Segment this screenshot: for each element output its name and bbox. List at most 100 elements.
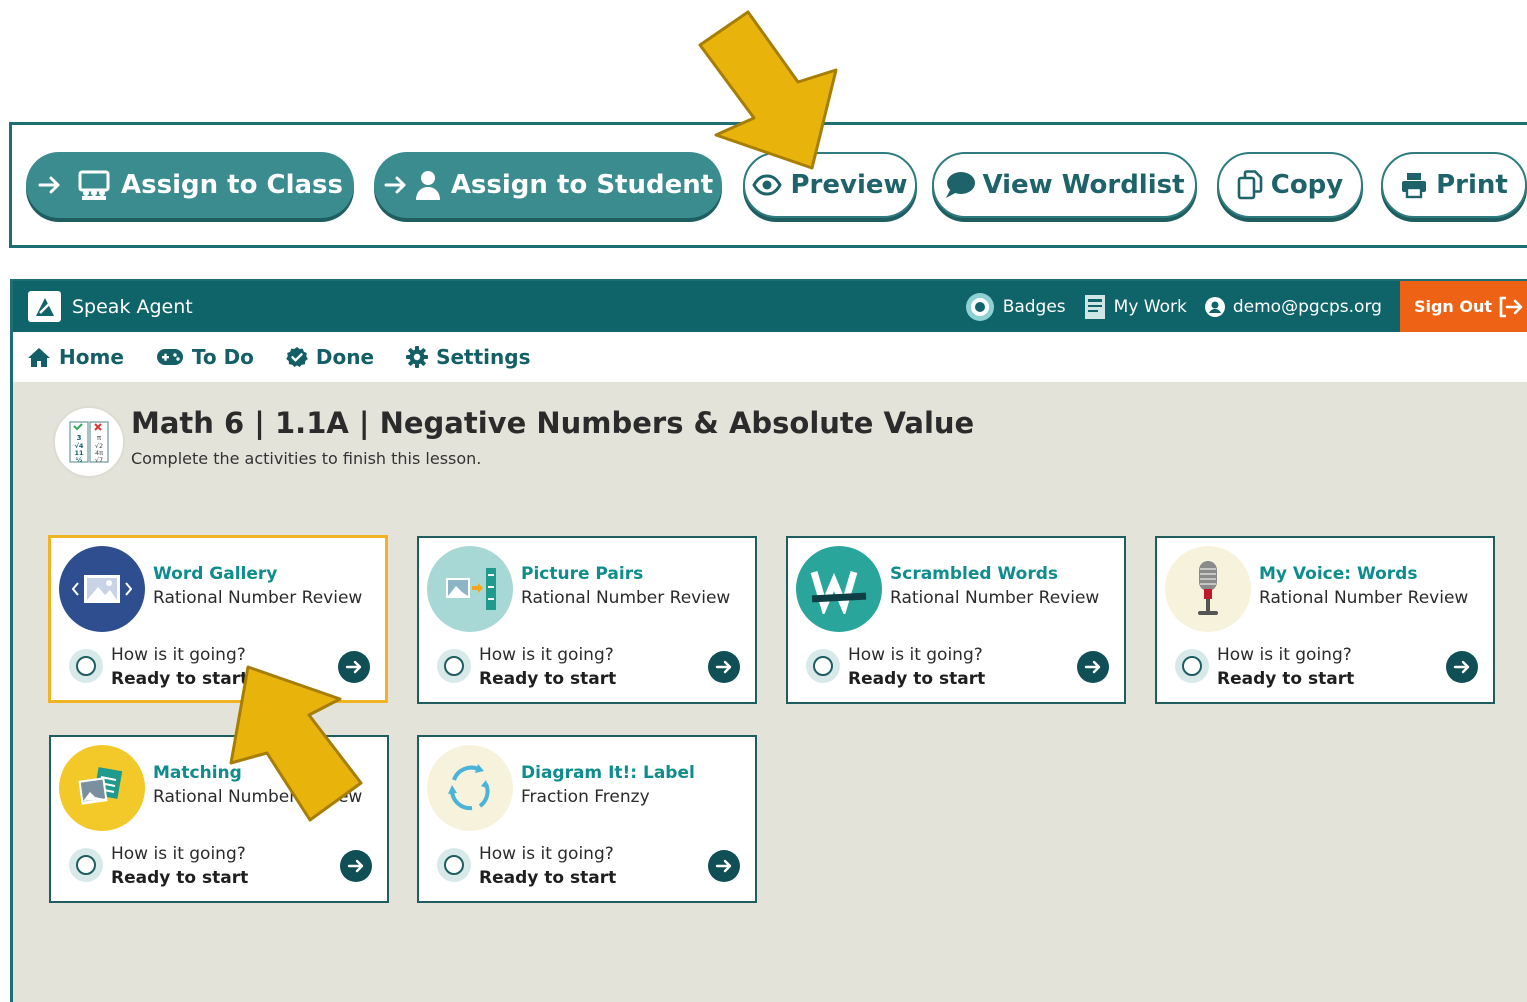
nav-done-label: Done xyxy=(315,345,375,369)
activity-question: How is it going? xyxy=(111,844,246,864)
activity-status: Ready to start xyxy=(111,868,249,888)
progress-ring-icon xyxy=(68,847,104,883)
word-gallery-icon xyxy=(59,546,145,632)
activity-subtitle: Rational Number Review xyxy=(1259,588,1469,608)
copy-icon xyxy=(1237,170,1263,200)
lesson-math-icon: 3 π √4 √2 11 4π ½ √7 xyxy=(53,406,125,478)
activity-status: Ready to start xyxy=(848,669,986,689)
assign-to-student-label: Assign to Student xyxy=(450,170,714,200)
header-actions: Badges My Work demo@pgcps.org Sign Out xyxy=(965,281,1527,332)
screen: Assign to Class Assign to Student Previe… xyxy=(0,0,1527,1002)
nav-home-label: Home xyxy=(59,345,124,369)
start-activity-button[interactable] xyxy=(1446,651,1478,683)
activity-title: Scrambled Words xyxy=(890,564,1058,584)
matching-icon xyxy=(59,745,145,831)
view-wordlist-button[interactable]: View Wordlist xyxy=(932,152,1197,218)
activity-title: Matching xyxy=(153,763,242,783)
activity-question: How is it going? xyxy=(848,645,983,665)
arrow-right-icon xyxy=(347,859,364,873)
scrambled-words-icon xyxy=(796,546,882,632)
student-icon xyxy=(415,171,440,200)
sign-out-icon xyxy=(1498,296,1524,318)
arrow-right-icon xyxy=(1453,660,1470,674)
badges-link[interactable]: Badges xyxy=(965,292,1066,322)
print-label: Print xyxy=(1436,170,1508,200)
activity-card-matching[interactable]: Matching Rational Number Review How is i… xyxy=(49,735,389,903)
arrow-right-icon xyxy=(384,176,406,194)
activity-subtitle: Rational Number Review xyxy=(153,588,363,608)
arrow-right-icon xyxy=(715,660,732,674)
lesson-icon-glyph: 3 xyxy=(77,434,82,442)
assign-to-class-button[interactable]: Assign to Class xyxy=(26,152,354,218)
nav-todo-label: To Do xyxy=(191,345,254,369)
activity-question: How is it going? xyxy=(479,844,614,864)
assign-to-student-button[interactable]: Assign to Student xyxy=(374,152,722,218)
main-nav: Home To Do Done Settings xyxy=(13,332,1527,382)
activity-subtitle: Fraction Frenzy xyxy=(521,787,650,807)
copy-button[interactable]: Copy xyxy=(1217,152,1363,218)
sign-out-label: Sign Out xyxy=(1413,297,1492,316)
activity-card-scrambled-words[interactable]: Scrambled Words Rational Number Review H… xyxy=(786,536,1126,704)
start-activity-button[interactable] xyxy=(708,651,740,683)
badge-medal-icon xyxy=(965,292,995,322)
start-activity-button[interactable] xyxy=(338,651,370,683)
activity-status: Ready to start xyxy=(479,868,617,888)
activity-card-my-voice-words[interactable]: My Voice: Words Rational Number Review H… xyxy=(1155,536,1495,704)
user-circle-icon xyxy=(1204,296,1225,317)
user-email: demo@pgcps.org xyxy=(1232,296,1382,317)
preview-label: Preview xyxy=(790,170,908,200)
eye-icon xyxy=(752,174,783,196)
start-activity-button[interactable] xyxy=(340,850,372,882)
nav-done[interactable]: Done xyxy=(286,345,374,369)
lesson-title: Math 6 | 1.1A | Negative Numbers & Absol… xyxy=(131,406,975,440)
nav-todo[interactable]: To Do xyxy=(156,345,254,369)
student-preview-frame: Speak Agent Badges My Work demo@pgcps.or… xyxy=(10,279,1527,1002)
view-wordlist-label: View Wordlist xyxy=(982,170,1185,200)
speak-agent-logo-icon xyxy=(28,291,61,322)
classroom-icon xyxy=(78,170,110,200)
activity-subtitle: Rational Number Review xyxy=(890,588,1100,608)
user-account[interactable]: demo@pgcps.org xyxy=(1204,296,1382,317)
progress-ring-icon xyxy=(68,648,104,684)
sign-out-button[interactable]: Sign Out xyxy=(1399,281,1527,332)
activity-card-word-gallery[interactable]: Word Gallery Rational Number Review How … xyxy=(48,535,388,703)
activity-status: Ready to start xyxy=(479,669,617,689)
activity-title: Word Gallery xyxy=(153,564,278,584)
activity-card-diagram-it-label[interactable]: Diagram It!: Label Fraction Frenzy How i… xyxy=(417,735,757,903)
activity-card-picture-pairs[interactable]: Picture Pairs Rational Number Review How… xyxy=(417,536,757,704)
activity-status: Ready to start xyxy=(1217,669,1355,689)
arrow-right-icon xyxy=(345,660,362,674)
diagram-cycle-icon xyxy=(427,745,513,831)
start-activity-button[interactable] xyxy=(1077,651,1109,683)
notebook-icon xyxy=(1084,294,1106,320)
lesson-content: 3 π √4 √2 11 4π ½ √7 Math 6 | 1.1A | Neg… xyxy=(13,382,1527,1002)
preview-button[interactable]: Preview xyxy=(743,152,917,218)
app-header: Speak Agent Badges My Work demo@pgcps.or… xyxy=(13,281,1527,332)
nav-home[interactable]: Home xyxy=(27,345,124,369)
progress-ring-icon xyxy=(436,847,472,883)
speech-bubble-icon xyxy=(946,172,976,198)
my-work-label: My Work xyxy=(1113,296,1187,317)
brand[interactable]: Speak Agent xyxy=(28,291,193,322)
arrow-right-icon xyxy=(1084,660,1101,674)
nav-settings-label: Settings xyxy=(436,345,531,369)
activity-question: How is it going? xyxy=(1217,645,1352,665)
arrow-right-icon xyxy=(38,176,60,194)
activity-status: Ready to start xyxy=(111,669,249,689)
print-button[interactable]: Print xyxy=(1381,152,1527,218)
nav-settings[interactable]: Settings xyxy=(406,345,530,369)
printer-icon xyxy=(1402,173,1427,199)
activity-subtitle: Rational Number Review xyxy=(153,787,363,807)
home-icon xyxy=(27,346,51,368)
gamepad-icon xyxy=(156,347,184,367)
badges-label: Badges xyxy=(1002,296,1066,317)
activity-title: Picture Pairs xyxy=(521,564,644,584)
activity-title: My Voice: Words xyxy=(1259,564,1418,584)
lesson-toolbar: Assign to Class Assign to Student Previe… xyxy=(9,122,1527,248)
lesson-icon-glyph: √7 xyxy=(95,456,103,464)
activity-question: How is it going? xyxy=(111,645,246,665)
start-activity-button[interactable] xyxy=(708,850,740,882)
my-work-link[interactable]: My Work xyxy=(1084,294,1187,320)
check-badge-icon xyxy=(286,346,308,368)
gear-icon xyxy=(406,346,429,368)
